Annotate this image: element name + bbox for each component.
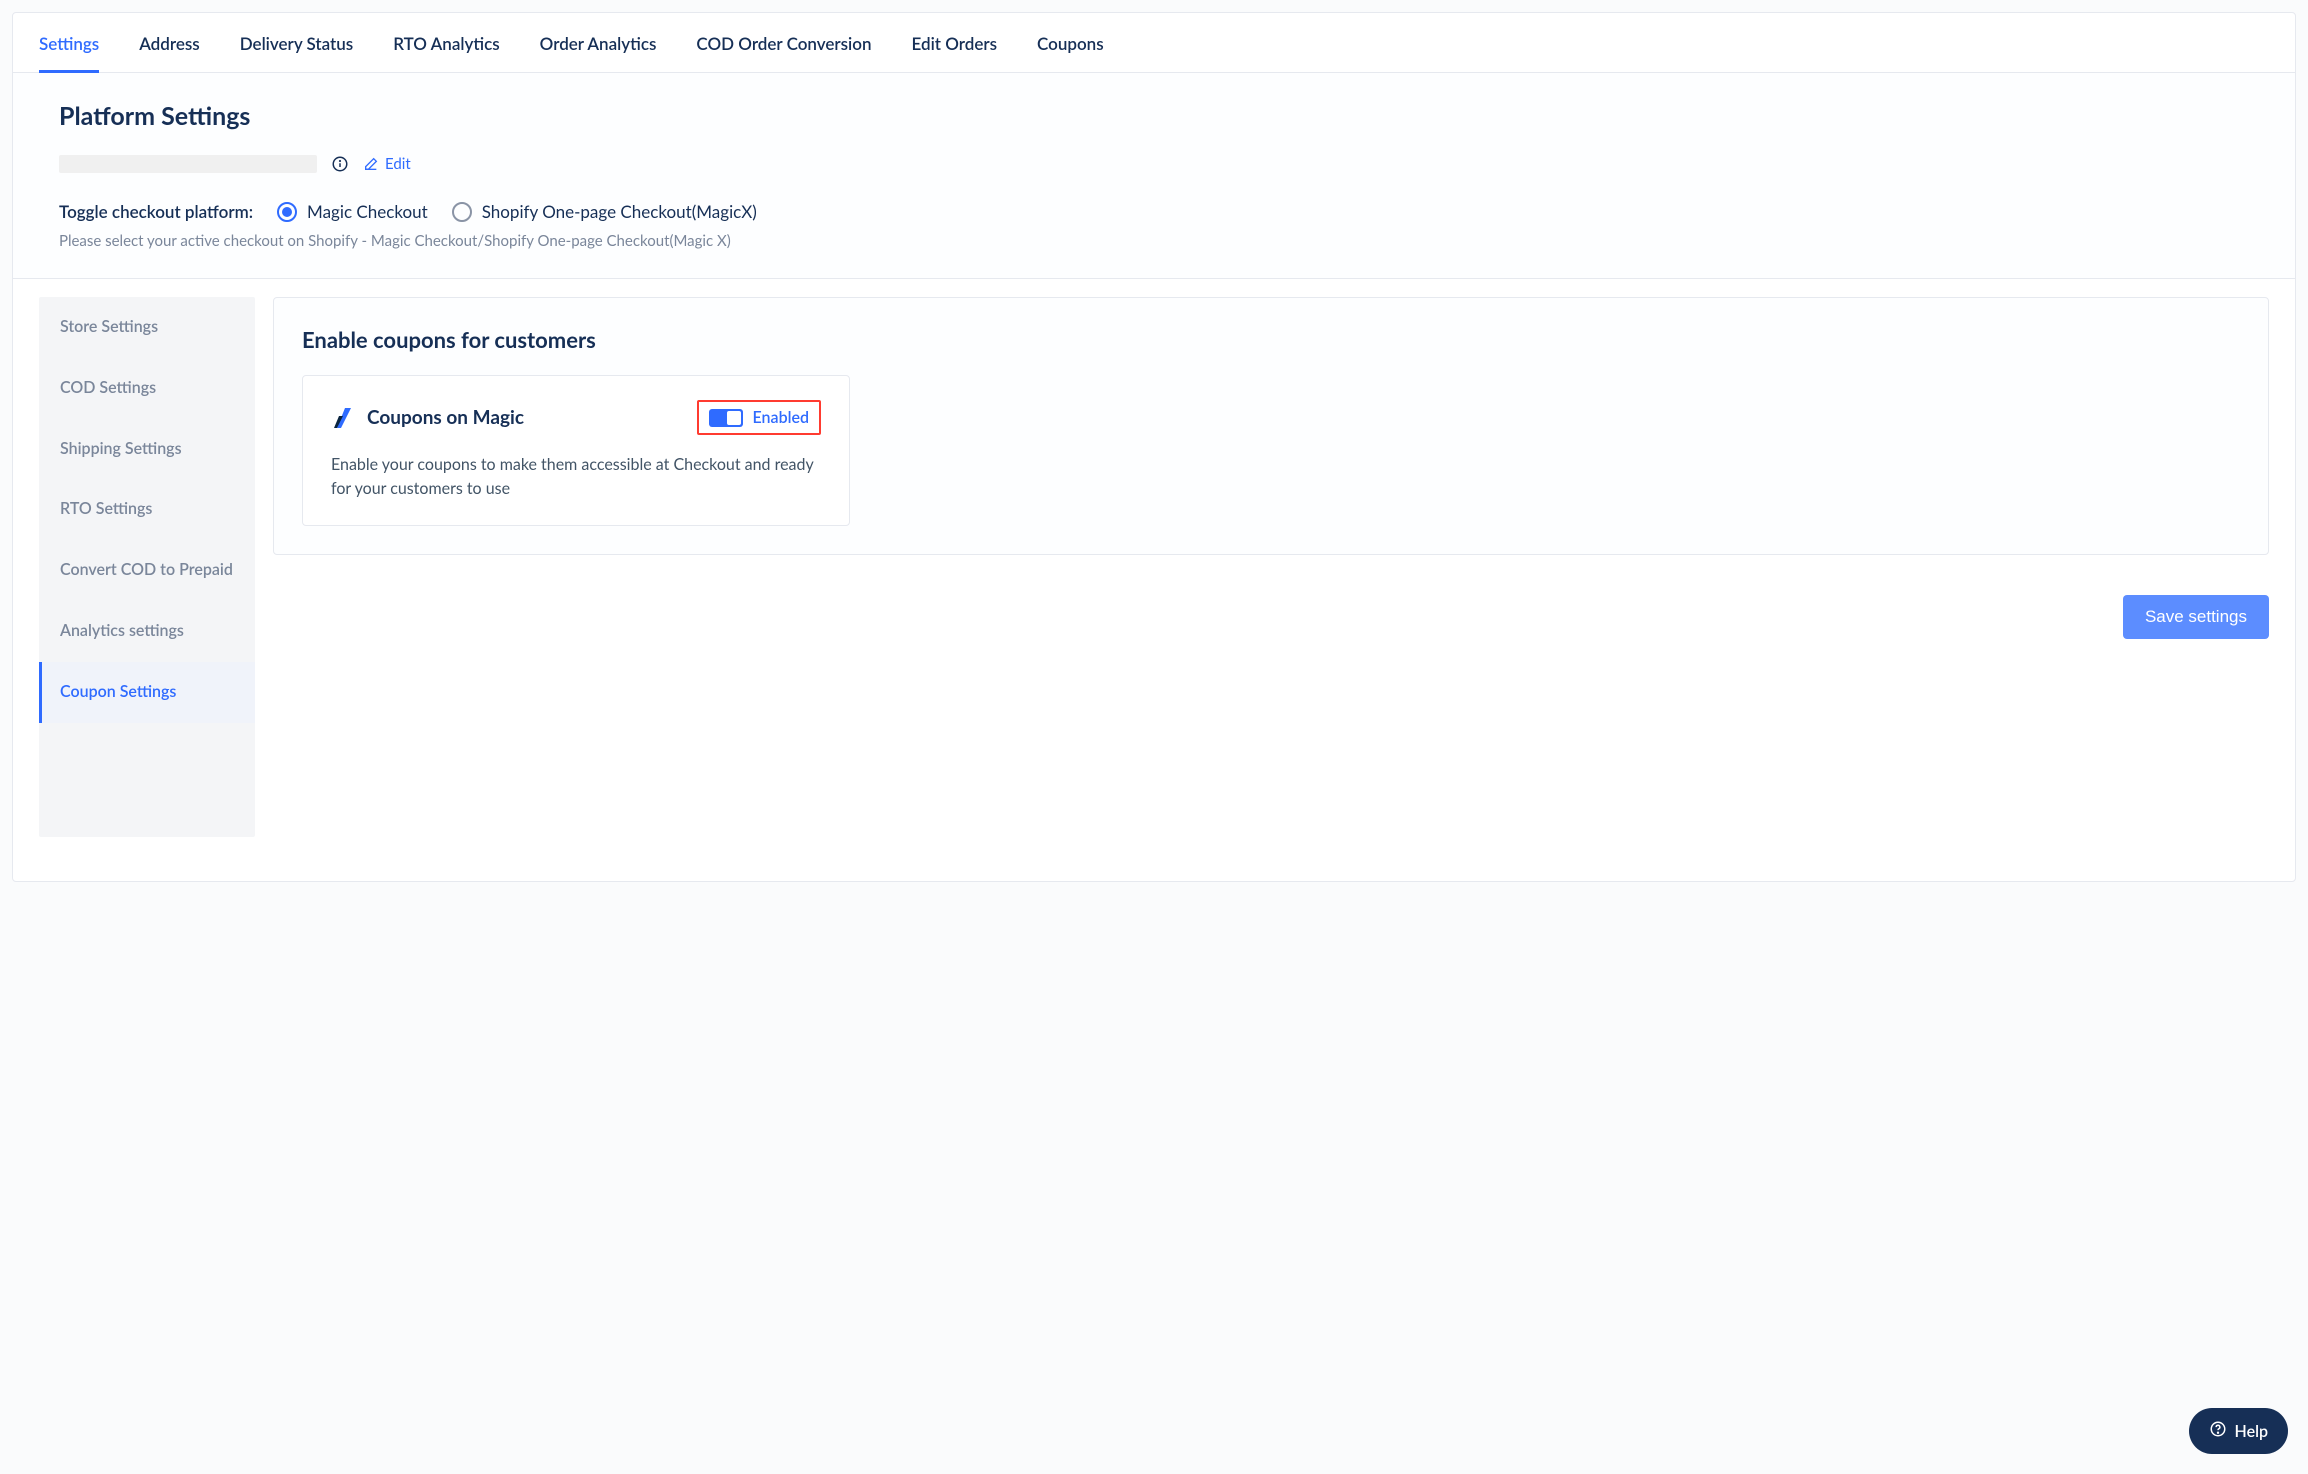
tab-rto-analytics[interactable]: RTO Analytics bbox=[393, 13, 499, 72]
tab-cod-order-conversion[interactable]: COD Order Conversion bbox=[696, 13, 871, 72]
tab-settings[interactable]: Settings bbox=[39, 13, 99, 72]
toggle-checkout-label: Toggle checkout platform: bbox=[59, 201, 253, 222]
razorpay-logo-icon bbox=[331, 406, 355, 430]
top-tabs: Settings Address Delivery Status RTO Ana… bbox=[13, 13, 2295, 73]
radio-shopify-magicx-label: Shopify One-page Checkout(MagicX) bbox=[482, 201, 757, 222]
tab-coupons[interactable]: Coupons bbox=[1037, 13, 1104, 72]
sidebar-item-analytics-settings[interactable]: Analytics settings bbox=[39, 601, 255, 662]
platform-settings-section: Platform Settings Edit bbox=[13, 73, 2295, 279]
enable-coupons-toggle[interactable] bbox=[709, 409, 743, 427]
edit-label: Edit bbox=[385, 155, 411, 173]
radio-circle-icon bbox=[277, 202, 297, 222]
sidebar-item-convert-cod[interactable]: Convert COD to Prepaid bbox=[39, 540, 255, 601]
platform-settings-title: Platform Settings bbox=[59, 101, 2269, 131]
help-icon bbox=[2209, 1420, 2227, 1442]
help-label: Help bbox=[2235, 1422, 2268, 1441]
sidebar-item-rto-settings[interactable]: RTO Settings bbox=[39, 479, 255, 540]
toggle-state-label: Enabled bbox=[753, 408, 809, 427]
tab-edit-orders[interactable]: Edit Orders bbox=[912, 13, 998, 72]
help-button[interactable]: Help bbox=[2189, 1408, 2288, 1454]
settings-sidebar: Store Settings COD Settings Shipping Set… bbox=[39, 297, 255, 837]
store-url-placeholder bbox=[59, 155, 317, 173]
tab-address[interactable]: Address bbox=[139, 13, 200, 72]
platform-helper-text: Please select your active checkout on Sh… bbox=[59, 232, 2269, 250]
edit-icon bbox=[363, 156, 379, 172]
save-settings-button[interactable]: Save settings bbox=[2123, 595, 2269, 639]
sidebar-item-coupon-settings[interactable]: Coupon Settings bbox=[39, 662, 255, 723]
info-icon[interactable] bbox=[331, 155, 349, 173]
radio-magic-checkout-label: Magic Checkout bbox=[307, 201, 428, 222]
sidebar-item-cod-settings[interactable]: COD Settings bbox=[39, 358, 255, 419]
panel-title: Enable coupons for customers bbox=[302, 326, 2240, 353]
radio-magic-checkout[interactable]: Magic Checkout bbox=[277, 201, 428, 222]
feature-description: Enable your coupons to make them accessi… bbox=[331, 453, 821, 501]
tab-order-analytics[interactable]: Order Analytics bbox=[540, 13, 657, 72]
edit-link[interactable]: Edit bbox=[363, 155, 411, 173]
coupons-on-magic-card: Coupons on Magic Enabled Enable your cou… bbox=[302, 375, 850, 526]
radio-circle-icon bbox=[452, 202, 472, 222]
sidebar-item-store-settings[interactable]: Store Settings bbox=[39, 297, 255, 358]
tab-delivery-status[interactable]: Delivery Status bbox=[240, 13, 354, 72]
feature-title: Coupons on Magic bbox=[367, 406, 697, 429]
enabled-toggle-highlight: Enabled bbox=[697, 400, 821, 435]
coupon-settings-panel: Enable coupons for customers Coupons on … bbox=[273, 297, 2269, 555]
sidebar-item-shipping-settings[interactable]: Shipping Settings bbox=[39, 419, 255, 480]
radio-shopify-magicx[interactable]: Shopify One-page Checkout(MagicX) bbox=[452, 201, 757, 222]
